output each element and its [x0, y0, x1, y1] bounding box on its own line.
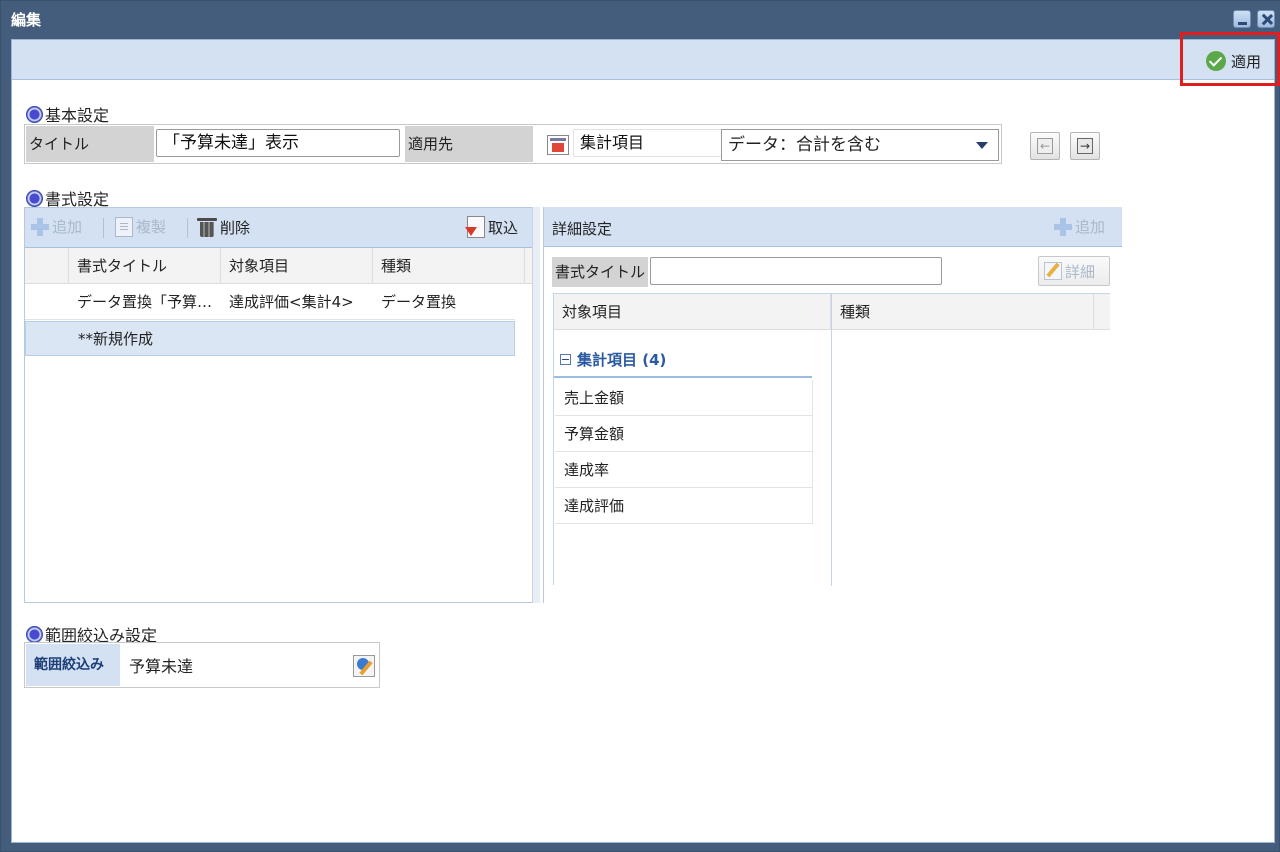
column-header[interactable]: 書式タイトル: [69, 248, 221, 284]
plus-icon: [1054, 217, 1072, 236]
copy-format-button[interactable]: 複製: [115, 216, 166, 237]
chevron-down-icon: [976, 142, 988, 149]
next-button[interactable]: →: [1070, 132, 1100, 160]
basic-section-title: 基本設定: [45, 106, 110, 125]
title-label: タイトル: [26, 126, 154, 162]
detail-panel: 詳細設定 追加 書式タイトル 詳細 対象項目 種類 集計項目 (4) 売上金額 …: [543, 207, 1122, 603]
column-header[interactable]: 対象項目: [221, 248, 373, 284]
plus-icon: [31, 217, 49, 236]
detail-grid-header: 対象項目 種類: [554, 294, 1110, 330]
format-title-label: 書式タイトル: [552, 257, 648, 287]
trash-icon: [197, 216, 217, 238]
format-title-cell: **新規作成: [78, 330, 154, 348]
copy-label: 複製: [136, 218, 167, 236]
detail-button[interactable]: 詳細: [1038, 256, 1110, 286]
basic-settings-row: タイトル 「予算未達」表示 適用先 集計項目 データ：合計を含む: [24, 124, 1002, 164]
edit-window: 編集 適用 基本設定 タイトル 「予算未達」表示 適用先 集計項目 データ：合計…: [0, 0, 1280, 852]
column-header[interactable]: 種類: [373, 248, 525, 284]
filter-edit-icon[interactable]: [353, 655, 375, 677]
edit-icon: [1044, 262, 1062, 280]
collapse-icon[interactable]: [560, 353, 571, 365]
data-select[interactable]: データ：合計を含む: [721, 129, 999, 161]
list-item[interactable]: 達成評価: [555, 488, 813, 524]
list-item[interactable]: 予算金額: [555, 416, 813, 452]
add-detail-label: 追加: [1075, 218, 1106, 236]
arrow-left-icon: ←: [1037, 138, 1053, 154]
section-bullet-icon: [26, 625, 43, 643]
filter-label: 範囲絞込み: [26, 644, 120, 686]
copy-icon: [115, 216, 133, 237]
data-select-value: データ：合計を含む: [728, 135, 881, 155]
table-row[interactable]: データ置換「予算未達」 達成評価<集計4> データ置換: [25, 285, 515, 320]
group-label: 集計項目 (4): [577, 350, 667, 369]
format-grid-header: 書式タイトル 対象項目 種類: [25, 248, 533, 284]
list-item[interactable]: 売上金額: [555, 380, 813, 416]
highlight-box: [1180, 32, 1280, 86]
prev-button[interactable]: ←: [1030, 132, 1060, 160]
import-format-button[interactable]: 取込: [465, 216, 519, 238]
section-bullet-icon: [26, 105, 43, 123]
window-title: 編集: [11, 11, 42, 29]
delete-label: 削除: [220, 218, 251, 237]
content-area: 適用 基本設定 タイトル 「予算未達」表示 適用先 集計項目 データ：合計を含む…: [11, 39, 1275, 843]
detail-panel-header: 詳細設定 追加: [544, 207, 1122, 247]
list-item[interactable]: 達成率: [555, 452, 813, 488]
add-format-button[interactable]: 追加: [31, 216, 82, 237]
title-bar: 編集: [1, 1, 1280, 37]
top-toolbar: 適用: [12, 40, 1274, 80]
group-row[interactable]: 集計項目 (4): [554, 342, 812, 378]
target-cell: 達成評価<集計4>: [229, 293, 354, 311]
import-label: 取込: [488, 218, 519, 237]
column-divider: [831, 294, 832, 586]
detail-title: 詳細設定: [552, 220, 613, 238]
row-indicator-header: [25, 248, 69, 284]
import-icon: [465, 216, 485, 238]
toolbar-divider: [103, 218, 104, 238]
format-title-cell: データ置換「予算未達」: [77, 293, 215, 311]
splitter-handle[interactable]: [532, 207, 540, 603]
format-toolbar: 追加 複製 削除 取込: [25, 208, 533, 248]
delete-format-button[interactable]: 削除: [197, 216, 250, 238]
filter-value[interactable]: 予算未達: [129, 653, 193, 677]
title-input[interactable]: 「予算未達」表示: [156, 129, 400, 157]
type-cell: データ置換: [381, 293, 457, 311]
format-title-input[interactable]: [650, 257, 942, 285]
filter-row: 範囲絞込み 予算未達: [24, 642, 380, 688]
format-list-panel: 追加 複製 削除 取込 書式タイトル 対象項目 種類 データ置換「予算未 達成評…: [24, 207, 534, 603]
target-label: 適用先: [405, 126, 533, 162]
table-select-icon[interactable]: [547, 135, 569, 155]
table-row[interactable]: **新規作成: [25, 321, 515, 356]
column-header[interactable]: 対象項目: [554, 294, 831, 330]
toolbar-divider: [187, 218, 188, 238]
add-detail-button[interactable]: 追加: [1054, 216, 1105, 237]
close-icon[interactable]: [1257, 10, 1275, 28]
minimize-icon[interactable]: [1233, 10, 1251, 28]
section-bullet-icon: [26, 189, 43, 207]
detail-button-label: 詳細: [1065, 262, 1096, 281]
basic-section-header: 基本設定: [26, 102, 109, 126]
agg-item-field[interactable]: 集計項目: [573, 129, 725, 157]
arrow-right-icon: →: [1077, 138, 1093, 154]
add-label: 追加: [52, 218, 83, 236]
detail-grid: 対象項目 種類 集計項目 (4) 売上金額 予算金額 達成率 達成評価: [553, 293, 1110, 586]
column-header[interactable]: 種類: [832, 294, 1094, 330]
